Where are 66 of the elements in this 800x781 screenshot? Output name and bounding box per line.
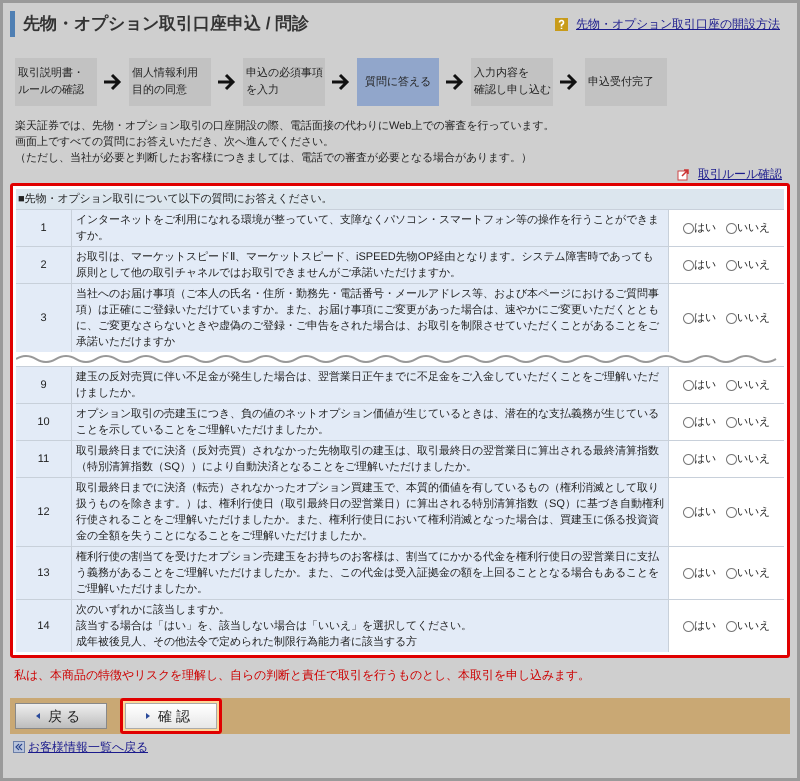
- title-accent-bar: [10, 11, 15, 37]
- question-text: 権利行使の割当てを受けたオプション売建玉をお持ちのお客様は、割当てにかかる代金を権利行使日の翌営業日に支払う義務があることをご理解いただけましたか。また、この代金は受入証拠金の額を上回ることとなる場合もあることをご理解いただけましたか。: [72, 547, 668, 599]
- answer-radio[interactable]: いいえ: [726, 504, 770, 520]
- question-text: 取引最終日までに決済（転売）されなかったオプション買建玉で、本質的価値を有しているもの（権利消滅として取り扱うものを除きます。）は、権利行使日（取引最終日の翌営業日）に算出される特別清算指数（SQ）に基づき自動権利行使されることをご理解いただけましたか。また、権利行使日において権利消滅となった場合は、買建玉に係る投資資金の全額を失うことになることをご理解いただけましたか。: [72, 478, 668, 546]
- answer-radio[interactable]: いいえ: [726, 257, 770, 273]
- answer-radio[interactable]: はい: [683, 414, 716, 430]
- answer-radio[interactable]: はい: [683, 377, 716, 393]
- answer-radio[interactable]: はい: [683, 565, 716, 581]
- question-text: インターネットをご利用になれる環境が整っていて、支障なくパソコン・スマートフォン等の操作を行うことができますか。: [72, 210, 668, 246]
- agreement-text: 私は、本商品の特徴やリスクを理解し、自らの判断と責任で取引を行うものとし、本取引を申し込みます。: [14, 667, 591, 684]
- arrow-right-icon: [103, 73, 123, 91]
- double-left-icon: [13, 741, 25, 753]
- answer-radio[interactable]: はい: [683, 257, 716, 273]
- intro-text: （ただし、当社が必要と判断したお客様につきましては、電話での審査が必要となる場合があります。）: [15, 150, 533, 166]
- question-text: 当社へのお届け事項（ご本人の氏名・住所・勤務先・電話番号・メールアドレス等、および本ページにおけるご質問事項）は正確にご登録いただけていますか。また、お届け事項にご変更があった場合は、速やかにご変更いただくとともに、ご変更なさらないときや虚偽のご登録・ご申告をされた場合は、お取引を制限させていただくことがあることをご承諾いただけますか: [72, 284, 668, 352]
- question-number: 11: [16, 441, 72, 477]
- triangle-left-icon: [36, 713, 40, 719]
- question-number: 10: [16, 404, 72, 440]
- question-text: 次のいずれかに該当しますか。: [76, 602, 230, 618]
- answer-radio[interactable]: はい: [683, 310, 716, 326]
- step-box: 申込の必須事項 を入力: [243, 58, 325, 106]
- question-number: 2: [16, 247, 72, 283]
- external-link-icon: [677, 168, 690, 180]
- answer-radio[interactable]: はい: [683, 504, 716, 520]
- answer-radio[interactable]: いいえ: [726, 565, 770, 581]
- back-link[interactable]: お客様情報一覧へ戻る: [28, 738, 148, 756]
- question-number: 12: [16, 478, 72, 546]
- question-text: 該当する場合は「はい」を、該当しない場合は「いいえ」を選択してください。: [76, 618, 472, 634]
- question-number: 13: [16, 547, 72, 599]
- triangle-right-icon: [146, 713, 150, 719]
- arrow-right-icon: [331, 73, 351, 91]
- help-icon: [555, 18, 568, 30]
- question-number: 14: [16, 600, 72, 652]
- questions-heading: ■先物・オプション取引について以下の質問にお答えください。: [16, 189, 784, 209]
- question-text: 成年被後見人、その他法令で定められた制限行為能力者に該当する方: [76, 634, 417, 650]
- answer-radio[interactable]: はい: [683, 451, 716, 467]
- action-button[interactable]: 戻 る: [15, 703, 107, 729]
- answer-radio[interactable]: いいえ: [726, 310, 770, 326]
- question-text: オプション取引の売建玉につき、負の値のネットオプション価値が生じているときは、潜在的な支払義務が生じていることを示していることをご理解いただけましたか。: [72, 404, 668, 440]
- question-number: 3: [16, 284, 72, 352]
- intro-text: 楽天証券では、先物・オプション取引の口座開設の際、電話面接の代わりにWeb上での審査を行っています。: [15, 118, 556, 134]
- answer-radio[interactable]: いいえ: [726, 414, 770, 430]
- arrow-right-icon: [559, 73, 579, 91]
- answer-radio[interactable]: はい: [683, 220, 716, 236]
- step-box: 入力内容を 確認し申し込む: [471, 58, 553, 106]
- arrow-right-icon: [217, 73, 237, 91]
- answer-radio[interactable]: いいえ: [726, 220, 770, 236]
- step-box: 質問に答える: [357, 58, 439, 106]
- question-text: お取引は、マーケットスピードⅡ、マーケットスピード、iSPEED先物OP経由となります。システム障害時であっても原則として他の取引チャネルではお取引できませんがご承諾いただけますか。: [72, 247, 668, 283]
- help-link[interactable]: 先物・オプション取引口座の開設方法: [576, 15, 780, 33]
- page-title: 先物・オプション取引口座申込 / 問診: [23, 13, 310, 36]
- arrow-right-icon: [445, 73, 465, 91]
- step-box: 個人情報利用 目的の同意: [129, 58, 211, 106]
- rules-link[interactable]: 取引ルール確認: [698, 165, 782, 183]
- answer-radio[interactable]: はい: [683, 618, 716, 634]
- question-text: 建玉の反対売買に伴い不足金が発生した場合は、翌営業日正午までに不足金をご入金していただくことをご理解いただけましたか。: [72, 367, 668, 403]
- question-text: 取引最終日までに決済（反対売買）されなかった先物取引の建玉は、取引最終日の翌営業日に算出される最終清算指数（特別清算指数（SQ））により自動決済となることをご理解いただけましたか。: [72, 441, 668, 477]
- answer-radio[interactable]: いいえ: [726, 618, 770, 634]
- action-button[interactable]: 確 認: [125, 703, 217, 729]
- intro-text: 画面上ですべての質問にお答えいただき、次へ進んでください。: [15, 135, 335, 150]
- step-box: 申込受付完了: [585, 58, 667, 106]
- answer-radio[interactable]: いいえ: [726, 451, 770, 467]
- answer-radio[interactable]: いいえ: [726, 377, 770, 393]
- step-box: 取引説明書・ ルールの確認: [15, 58, 97, 106]
- question-number: 1: [16, 210, 72, 246]
- question-number: 9: [16, 367, 72, 403]
